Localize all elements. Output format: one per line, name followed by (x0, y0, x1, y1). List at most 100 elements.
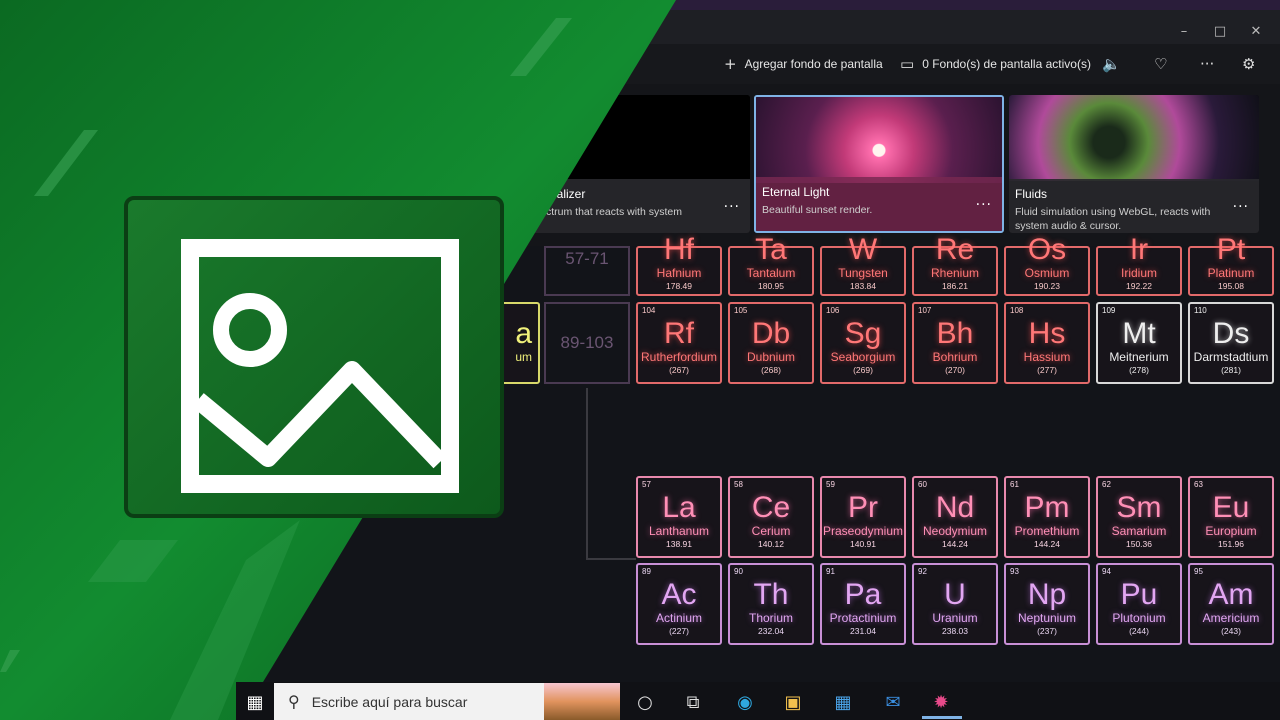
more-icon: ··· (1200, 55, 1215, 73)
element-cell: 58 Ce Cerium 140.12 (728, 476, 814, 558)
element-mass: 140.91 (850, 539, 876, 549)
add-wallpaper-button[interactable]: + Agregar fondo de pantalla (724, 44, 883, 84)
element-mass: 183.84 (850, 281, 876, 291)
element-cell: 62 Sm Samarium 150.36 (1096, 476, 1182, 558)
add-wallpaper-label: Agregar fondo de pantalla (744, 57, 883, 71)
element-name: Bohrium (932, 350, 978, 364)
element-mass: (268) (761, 365, 781, 375)
element-symbol: Os (1027, 233, 1067, 266)
search-box[interactable]: ⚲ Escribe aquí para buscar (274, 683, 620, 720)
wallpaper-library: ualizer ctrum that reacts with system ··… (520, 84, 1280, 246)
element-mass: 151.96 (1218, 539, 1244, 549)
store-icon[interactable]: ▦ (828, 688, 858, 716)
lively-logo (124, 196, 504, 518)
start-icon[interactable]: ▦ (240, 688, 270, 716)
close-icon[interactable]: ✕ (1238, 20, 1274, 44)
card-more-icon[interactable]: ··· (1233, 199, 1249, 215)
volume-button[interactable]: 🔈 (1102, 44, 1121, 84)
card-title: ualizer (550, 187, 586, 201)
element-cell: 59 Pr Praseodymium 140.91 (820, 476, 906, 558)
search-highlight-image (544, 683, 620, 720)
element-name: Samarium (1111, 524, 1167, 538)
wallpaper-card-visualizer[interactable]: ualizer ctrum that reacts with system ··… (520, 95, 750, 233)
gear-icon: ⚙ (1242, 55, 1256, 73)
favorites-button[interactable]: ♡ (1154, 44, 1167, 84)
element-name: Meitnerium (1109, 350, 1169, 364)
element-cell: 106 Sg Seaborgium (269) (820, 302, 906, 384)
element-symbol: Eu (1212, 491, 1250, 524)
edge-icon[interactable]: ◉ (730, 688, 760, 716)
wallpaper-card-eternal-light[interactable]: Eternal Light Beautiful sunset render. ·… (754, 95, 1004, 233)
element-cell: Pt Platinum 195.08 (1188, 234, 1274, 296)
element-number: 89 (642, 567, 651, 576)
element-mass: (267) (669, 365, 689, 375)
wallpaper-thumbnail (756, 97, 1002, 183)
monitor-icon: ▭ (900, 55, 915, 73)
range-label: 89-103 (560, 333, 614, 352)
minimize-icon[interactable]: – (1166, 20, 1202, 44)
element-name: Praseodymium (822, 524, 904, 538)
lively-icon[interactable]: ✹ (926, 688, 956, 716)
cortana-icon[interactable]: ○ (630, 688, 660, 716)
element-symbol: W (848, 233, 878, 266)
wallpaper-thumbnail (520, 95, 750, 181)
image-icon (181, 239, 459, 493)
element-symbol: Ds (1212, 317, 1250, 350)
element-name: Rhenium (930, 266, 980, 280)
element-name: Lanthanum (648, 524, 710, 538)
element-symbol: Sg (844, 317, 882, 350)
element-symbol: Hf (664, 233, 694, 266)
element-mass: 140.12 (758, 539, 784, 549)
element-cell: 105 Db Dubnium (268) (728, 302, 814, 384)
element-mass: (277) (1037, 365, 1057, 375)
active-app-indicator (922, 716, 962, 719)
element-name: Tungsten (838, 266, 888, 280)
element-name: Europium (1205, 524, 1257, 538)
element-number: 63 (1194, 480, 1203, 489)
file-explorer-icon[interactable]: ▣ (778, 688, 808, 716)
element-number: 91 (826, 567, 835, 576)
element-name: Darmstadtium (1193, 350, 1269, 364)
active-wallpapers-button[interactable]: ▭ 0 Fondo(s) de pantalla activo(s) (900, 44, 1091, 84)
element-cell: 92 U Uranium 238.03 (912, 563, 998, 645)
search-placeholder: Escribe aquí para buscar (311, 693, 468, 710)
settings-button[interactable]: ⚙ (1242, 44, 1255, 84)
element-symbol: Nd (935, 491, 975, 524)
wallpaper-card-fluids[interactable]: Fluids Fluid simulation using WebGL, rea… (1009, 95, 1259, 233)
element-number: 108 (1010, 306, 1024, 315)
element-symbol: Bh (936, 317, 974, 350)
element-name: Dubnium (746, 350, 796, 364)
element-symbol: Pm (1024, 491, 1070, 524)
toolbar: + Agregar fondo de pantalla ▭ 0 Fondo(s)… (520, 44, 1280, 84)
element-number: 60 (918, 480, 927, 489)
more-button[interactable]: ··· (1200, 44, 1214, 84)
element-symbol: Ce (751, 491, 791, 524)
element-mass: (281) (1221, 365, 1241, 375)
element-symbol: Hs (1028, 317, 1066, 350)
card-more-icon[interactable]: ··· (724, 199, 740, 215)
mail-icon[interactable]: ✉ (878, 688, 908, 716)
element-cell: Hf Hafnium 178.49 (636, 234, 722, 296)
element-symbol: U (944, 578, 966, 611)
card-more-icon[interactable]: ··· (976, 197, 992, 213)
element-number: 57 (642, 480, 651, 489)
element-name: Promethium (1014, 524, 1080, 538)
element-name: Uranium (932, 611, 978, 625)
element-mass: 180.95 (758, 281, 784, 291)
element-mass: 192.22 (1126, 281, 1152, 291)
element-mass: (269) (853, 365, 873, 375)
element-mass: 190.23 (1034, 281, 1060, 291)
task-view-icon[interactable]: ⧉ (678, 688, 708, 716)
element-symbol: Ta (755, 233, 787, 266)
heart-icon: ♡ (1154, 55, 1168, 73)
actinide-range-cell: 89-103 (544, 302, 630, 384)
element-mass: 231.04 (850, 626, 876, 636)
range-label: 57-71 (565, 249, 609, 268)
element-mass: 195.08 (1218, 281, 1244, 291)
element-symbol: Ir (1129, 233, 1149, 266)
element-cell: 94 Pu Plutonium (244) (1096, 563, 1182, 645)
element-mass: (227) (669, 626, 689, 636)
element-number: 110 (1194, 306, 1207, 315)
maximize-icon[interactable]: □ (1202, 20, 1238, 44)
element-mass: (278) (1129, 365, 1149, 375)
